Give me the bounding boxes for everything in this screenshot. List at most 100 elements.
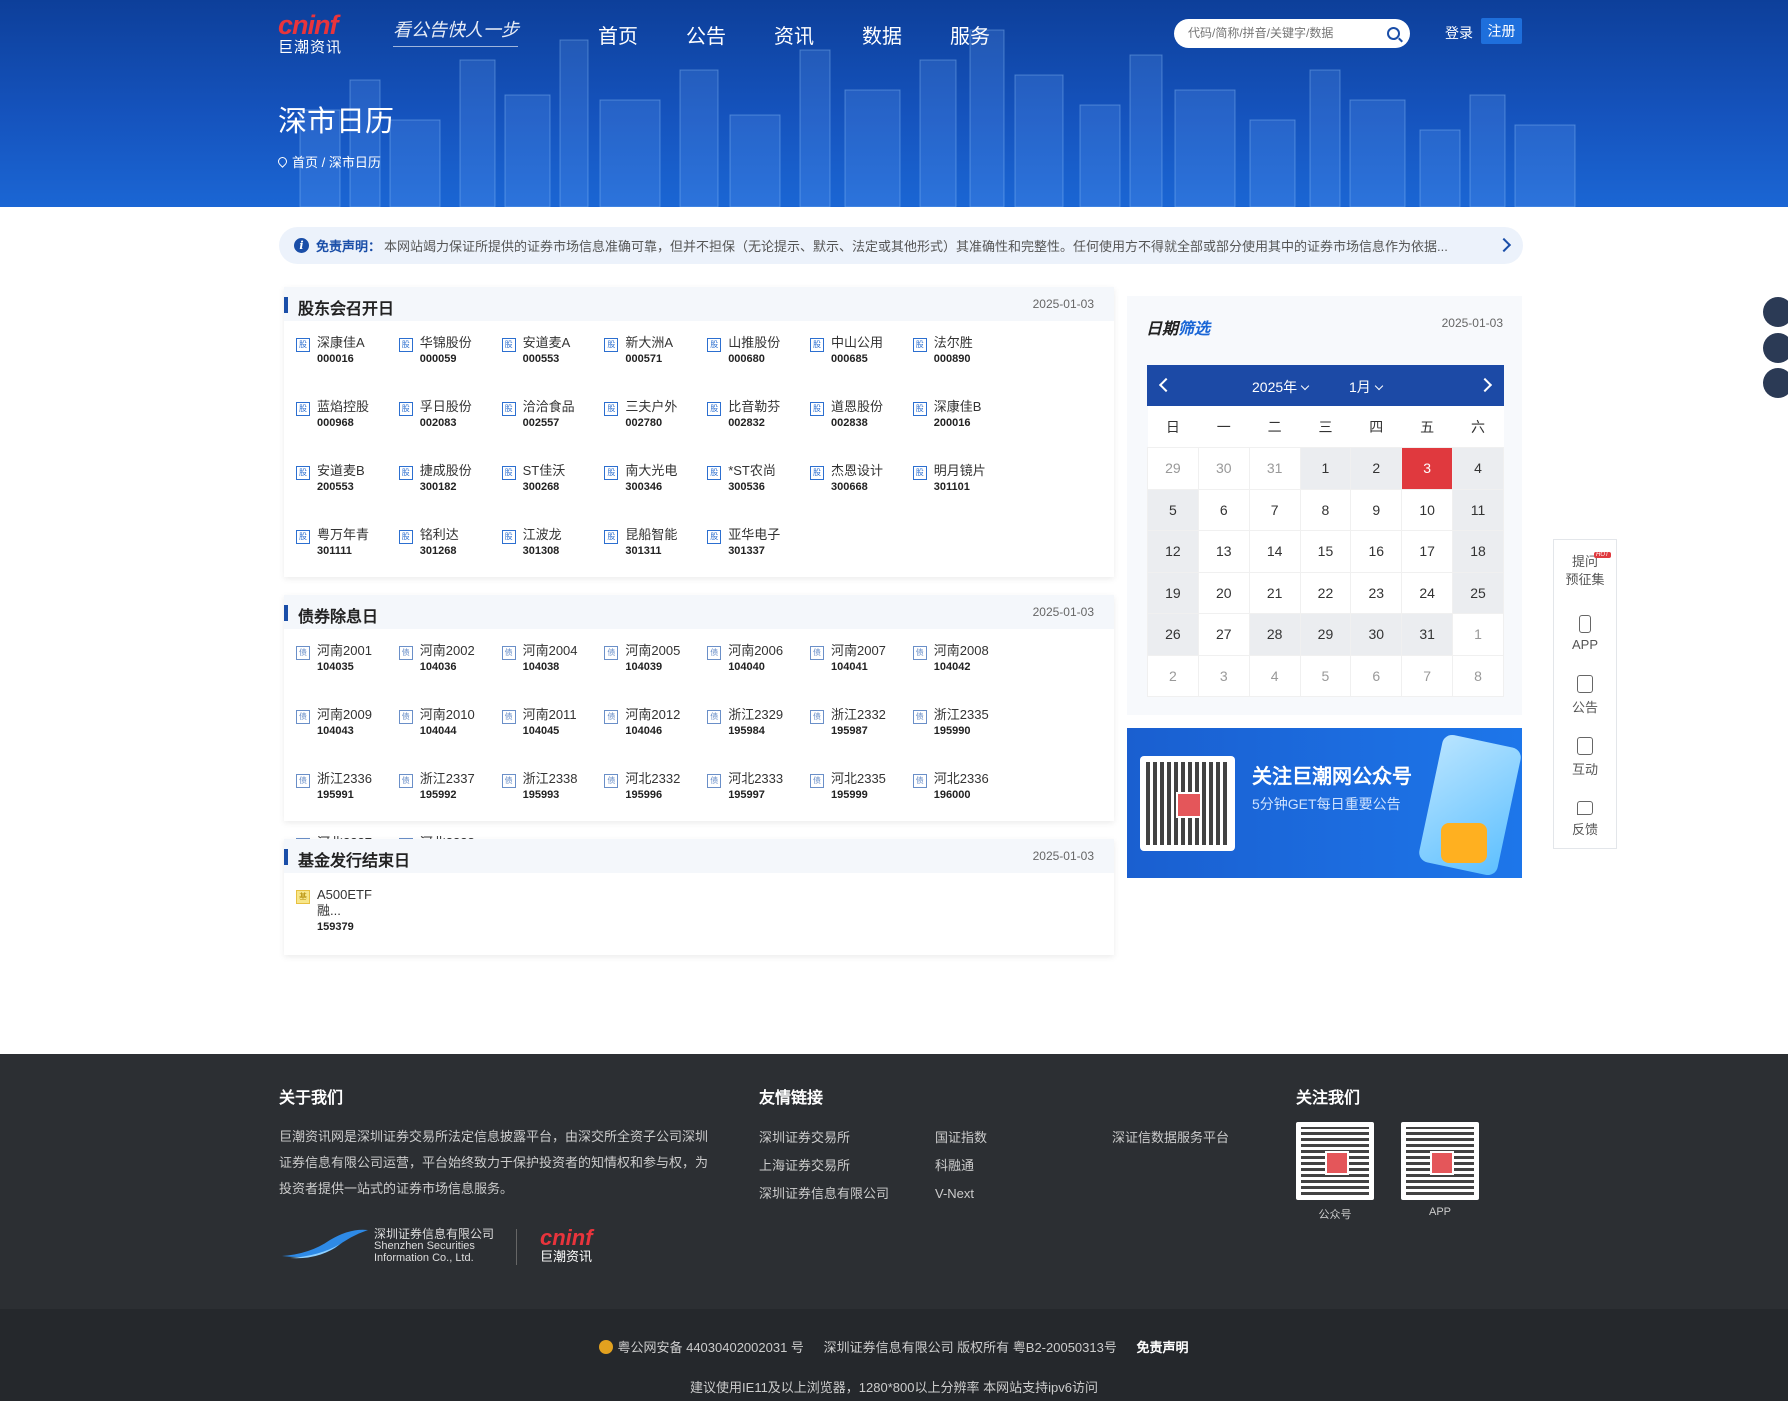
security-item[interactable]: 债浙江2336 195991 <box>296 771 399 835</box>
calendar-day[interactable]: 17 <box>1401 530 1454 573</box>
wechat-follow-banner[interactable]: 关注巨潮网公众号 5分钟GET每日重要公告 <box>1127 728 1522 878</box>
calendar-day[interactable]: 2 <box>1147 654 1199 697</box>
calendar-day[interactable]: 19 <box>1147 571 1199 614</box>
calendar-day[interactable]: 3 <box>1197 654 1250 697</box>
security-item[interactable]: 股江波龙 301308 <box>501 527 605 591</box>
calendar-day[interactable]: 23 <box>1350 571 1403 614</box>
calendar-day-selected[interactable]: 3 <box>1401 447 1454 490</box>
calendar-day[interactable]: 4 <box>1248 654 1301 697</box>
year-select[interactable]: 2025年 <box>1252 377 1310 397</box>
link-szse[interactable]: 深圳证券交易所 <box>759 1124 889 1152</box>
calendar-day[interactable]: 29 <box>1299 613 1352 656</box>
search-icon[interactable] <box>1387 27 1400 40</box>
calendar-day[interactable]: 30 <box>1197 447 1250 490</box>
announcement-button[interactable]: 公告 <box>1554 664 1616 726</box>
register-button[interactable]: 注册 <box>1481 18 1522 44</box>
security-item[interactable]: 股洽洽食品 002557 <box>501 399 605 463</box>
calendar-day[interactable]: 4 <box>1452 447 1504 490</box>
security-item[interactable]: 股比音勒芬 002832 <box>707 399 810 463</box>
calendar-day[interactable]: 27 <box>1197 613 1250 656</box>
chevron-right-icon[interactable] <box>1477 377 1493 393</box>
calendar-day[interactable]: 22 <box>1299 571 1352 614</box>
sparkle-float-icon[interactable] <box>1763 333 1788 363</box>
calendar-day[interactable]: 13 <box>1197 530 1250 573</box>
security-item[interactable]: 股蓝焰控股 000968 <box>296 399 399 463</box>
chevron-left-icon[interactable] <box>1158 377 1174 393</box>
security-item[interactable]: 股杰恩设计 300668 <box>809 463 913 527</box>
calendar-day[interactable]: 1 <box>1299 447 1352 490</box>
calendar-day[interactable]: 12 <box>1147 530 1199 573</box>
calendar-day[interactable]: 10 <box>1401 488 1454 531</box>
security-item[interactable]: 股中山公用 000685 <box>809 335 913 399</box>
calendar-day[interactable]: 28 <box>1248 613 1301 656</box>
calendar-day[interactable]: 15 <box>1299 530 1352 573</box>
calendar-day[interactable]: 20 <box>1197 571 1250 614</box>
calendar-day[interactable]: 11 <box>1452 488 1504 531</box>
calendar-day[interactable]: 7 <box>1248 488 1301 531</box>
security-item[interactable]: 债河南2012 104046 <box>604 707 707 771</box>
security-item[interactable]: 债河南2001 104035 <box>296 643 399 707</box>
security-item[interactable]: 股山推股份 000680 <box>707 335 810 399</box>
security-item[interactable]: 债浙江2335 195990 <box>912 707 1016 771</box>
security-item[interactable]: 股孚日股份 002083 <box>398 399 502 463</box>
calendar-day[interactable]: 31 <box>1248 447 1301 490</box>
login-link[interactable]: 登录 <box>1445 23 1473 43</box>
security-item[interactable]: 股安道麦B 200553 <box>296 463 399 527</box>
security-item[interactable]: 债河北2332 195996 <box>604 771 707 835</box>
nav-data[interactable]: 数据 <box>862 20 902 49</box>
security-item[interactable]: 债河南2010 104044 <box>398 707 502 771</box>
security-item[interactable]: 债河南2005 104039 <box>604 643 707 707</box>
interaction-button[interactable]: 互动 <box>1554 726 1616 788</box>
breadcrumb-text[interactable]: 首页 / 深市日历 <box>292 152 381 171</box>
calendar-day[interactable]: 8 <box>1452 654 1504 697</box>
calendar-day[interactable]: 6 <box>1350 654 1403 697</box>
feedback-button[interactable]: 反馈 <box>1554 788 1616 850</box>
question-collect-button[interactable]: HOT 提问 预征集 <box>1554 540 1616 602</box>
nav-home[interactable]: 首页 <box>598 20 638 49</box>
calendar-day[interactable]: 5 <box>1299 654 1352 697</box>
calendar-day[interactable]: 16 <box>1350 530 1403 573</box>
calendar-day[interactable]: 7 <box>1401 654 1454 697</box>
security-item[interactable]: 股南大光电 300346 <box>604 463 707 527</box>
calendar-day[interactable]: 18 <box>1452 530 1504 573</box>
calendar-day[interactable]: 8 <box>1299 488 1352 531</box>
translate-float-icon[interactable] <box>1763 368 1788 398</box>
link-szsi[interactable]: 深圳证券信息有限公司 <box>759 1180 889 1208</box>
security-item[interactable]: 股昆船智能 301311 <box>604 527 707 591</box>
app-button[interactable]: APP <box>1554 602 1616 664</box>
month-select[interactable]: 1月 <box>1349 377 1384 397</box>
calendar-day[interactable]: 9 <box>1350 488 1403 531</box>
cninfo-logo[interactable]: cninf 巨潮资讯 <box>278 10 342 56</box>
disclaimer-link[interactable]: 免责声明 <box>1136 1340 1188 1355</box>
icp-text[interactable]: 粤公网安备 44030402002031 号 <box>617 1340 803 1355</box>
security-item[interactable]: 股捷成股份 300182 <box>398 463 502 527</box>
security-item[interactable]: 债河南2009 104043 <box>296 707 399 771</box>
nav-services[interactable]: 服务 <box>950 20 990 49</box>
security-item[interactable]: 债浙江2337 195992 <box>398 771 502 835</box>
calendar-day[interactable]: 5 <box>1147 488 1199 531</box>
document-float-icon[interactable] <box>1763 297 1788 327</box>
security-item[interactable]: 股新大洲A 000571 <box>604 335 707 399</box>
security-item[interactable]: 债河南2007 104041 <box>809 643 913 707</box>
security-item[interactable]: 股道恩股份 002838 <box>809 399 913 463</box>
link-data-platform[interactable]: 深证信数据服务平台 <box>1112 1124 1229 1152</box>
security-item[interactable]: 债河南2008 104042 <box>912 643 1016 707</box>
security-item[interactable]: 股深康佳B 200016 <box>912 399 1016 463</box>
calendar-day[interactable]: 6 <box>1197 488 1250 531</box>
security-item[interactable]: 股粤万年青 301111 <box>296 527 399 591</box>
chevron-right-icon[interactable] <box>1496 237 1512 253</box>
security-item[interactable]: 债河南2011 104045 <box>501 707 605 771</box>
security-item[interactable]: 债河北2335 195999 <box>809 771 913 835</box>
link-sse[interactable]: 上海证券交易所 <box>759 1152 889 1180</box>
calendar-day[interactable]: 25 <box>1452 571 1504 614</box>
security-item[interactable]: 股法尔胜 000890 <box>912 335 1016 399</box>
security-item[interactable]: 债浙江2332 195987 <box>809 707 913 771</box>
security-item[interactable]: 债河南2004 104038 <box>501 643 605 707</box>
search-input[interactable] <box>1188 26 1378 40</box>
security-item[interactable]: 股华锦股份 000059 <box>398 335 502 399</box>
calendar-day[interactable]: 21 <box>1248 571 1301 614</box>
calendar-day[interactable]: 2 <box>1350 447 1403 490</box>
link-cnindex[interactable]: 国证指数 <box>935 1124 987 1152</box>
security-item[interactable]: 债河北2333 195997 <box>707 771 810 835</box>
security-item[interactable]: 债浙江2338 195993 <box>501 771 605 835</box>
